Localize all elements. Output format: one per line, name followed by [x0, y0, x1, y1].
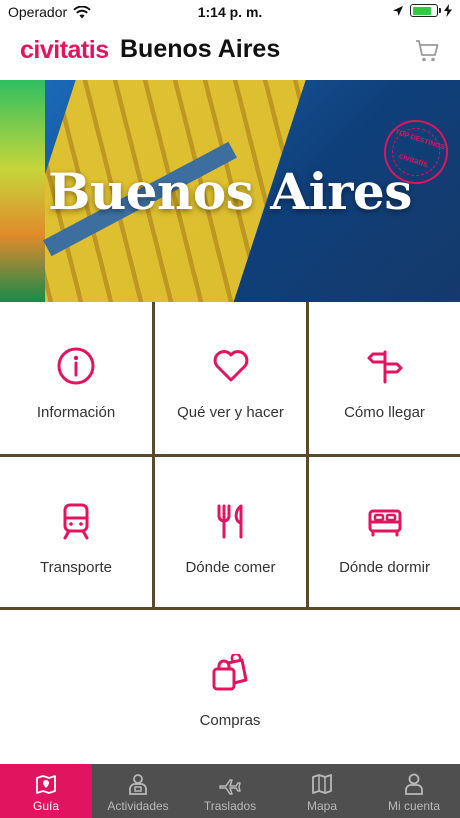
- tab-mapa[interactable]: Mapa: [276, 764, 368, 818]
- tile-como-llegar[interactable]: Cómo llegar: [309, 302, 460, 454]
- tile-label: Transporte: [40, 559, 112, 576]
- fork-knife-icon: [217, 504, 242, 539]
- battery-icon: [410, 4, 441, 17]
- app-header: civitatis Buenos Aires: [0, 24, 460, 80]
- hero-banner: Buenos Aires TOP DESTINOS civitatis: [0, 80, 460, 302]
- status-bar: Operador 1:14 p. m.: [0, 0, 460, 24]
- tile-label: Cómo llegar: [344, 404, 425, 421]
- tile-label: Compras: [199, 712, 261, 729]
- tile-donde-comer[interactable]: Dónde comer: [155, 457, 306, 607]
- map-icon: [312, 774, 332, 794]
- train-icon: [63, 503, 89, 540]
- tab-label: Guía: [32, 799, 59, 813]
- info-icon: [57, 347, 95, 385]
- cart-icon[interactable]: [414, 38, 440, 64]
- tab-label: Mapa: [306, 799, 338, 813]
- tile-transporte[interactable]: Transporte: [0, 457, 152, 607]
- tile-compras[interactable]: Compras: [0, 610, 460, 760]
- tile-label: Qué ver y hacer: [177, 404, 284, 421]
- bed-icon: [368, 509, 401, 537]
- charging-bolt-icon: [444, 4, 452, 17]
- signpost-icon: [367, 350, 402, 384]
- tab-guia[interactable]: Guía: [0, 764, 92, 818]
- map-pin-icon: [36, 775, 56, 794]
- guide-menu-grid: Información Qué ver y hacer Cómo llegar …: [0, 302, 460, 760]
- guide-person-icon: [129, 774, 147, 795]
- tile-label: Dónde dormir: [339, 559, 430, 576]
- tab-label: Actividades: [107, 799, 169, 813]
- status-right: [392, 4, 452, 17]
- tile-label: Dónde comer: [185, 559, 276, 576]
- heart-icon: [213, 350, 248, 382]
- tile-informacion[interactable]: Información: [0, 302, 152, 454]
- page-title: Buenos Aires: [120, 35, 281, 63]
- tile-donde-dormir[interactable]: Dónde dormir: [309, 457, 460, 607]
- status-time: 1:14 p. m.: [197, 4, 263, 20]
- bottom-tab-bar: Guía Actividades Traslados Mapa Mi cuent…: [0, 764, 460, 818]
- location-arrow-icon: [393, 5, 403, 16]
- tab-mi-cuenta[interactable]: Mi cuenta: [368, 764, 460, 818]
- user-icon: [405, 773, 423, 795]
- shopping-bags-icon: [212, 654, 248, 691]
- battery-fill: [412, 6, 431, 15]
- brand-logo: civitatis: [20, 36, 109, 64]
- tile-label: Información: [36, 404, 116, 421]
- plane-icon: [219, 779, 241, 795]
- tab-actividades[interactable]: Actividades: [92, 764, 184, 818]
- tab-traslados[interactable]: Traslados: [184, 764, 276, 818]
- tab-label: Mi cuenta: [387, 799, 441, 813]
- tile-que-ver-y-hacer[interactable]: Qué ver y hacer: [155, 302, 306, 454]
- tab-label: Traslados: [203, 799, 257, 813]
